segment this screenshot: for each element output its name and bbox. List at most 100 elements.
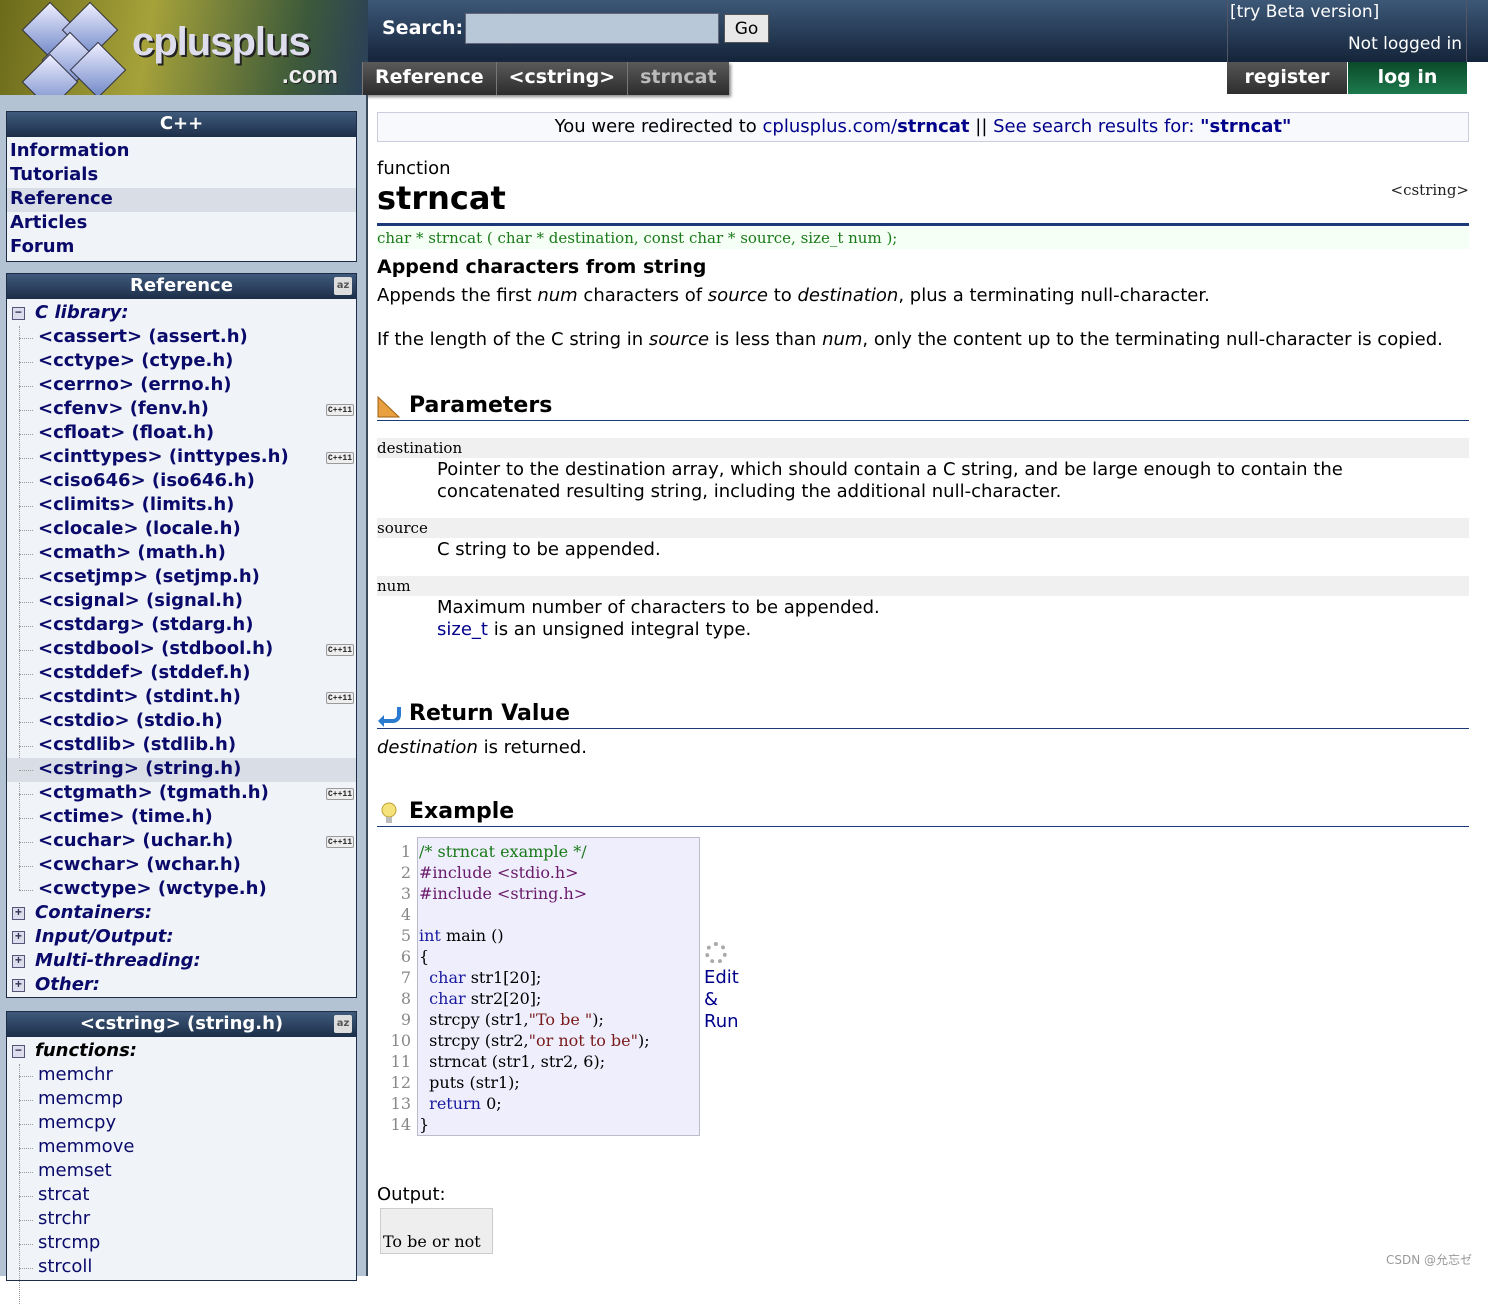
- function-item-strcat[interactable]: strcat: [7, 1184, 356, 1208]
- reference-item[interactable]: <cwctype> (wctype.h): [7, 878, 356, 902]
- function-item-strchr[interactable]: strchr: [7, 1208, 356, 1232]
- reference-item[interactable]: <ctime> (time.h): [7, 806, 356, 830]
- site-logo[interactable]: cplusplus .com: [0, 0, 368, 95]
- reference-item[interactable]: <cstdint> (stdint.h) C++11: [7, 686, 356, 710]
- tree-group-c-library[interactable]: − C library:: [7, 302, 356, 326]
- reference-item-label: <clocale> (locale.h): [38, 518, 241, 539]
- gear-icon[interactable]: [705, 942, 727, 964]
- reference-item[interactable]: <cfloat> (float.h): [7, 422, 356, 446]
- reference-item[interactable]: <cstring> (string.h): [7, 758, 356, 782]
- expand-icon[interactable]: +: [12, 979, 25, 992]
- reference-item[interactable]: <cassert> (assert.h): [7, 326, 356, 350]
- text: If the length of the C string in: [377, 329, 649, 350]
- reference-item-label: <climits> (limits.h): [38, 494, 235, 515]
- search-label: Search:: [382, 17, 464, 39]
- header-file-link[interactable]: <cstring>: [1391, 181, 1470, 199]
- redirect-link[interactable]: cplusplus.com/strncat: [763, 116, 970, 137]
- cpp11-badge: C++11: [326, 692, 354, 704]
- sidebar-item-information[interactable]: Information: [7, 140, 356, 164]
- expand-icon[interactable]: +: [12, 907, 25, 920]
- reference-item-label: <cwctype> (wctype.h): [38, 878, 267, 899]
- reference-item[interactable]: <csetjmp> (setjmp.h): [7, 566, 356, 590]
- code-token: strcpy (str1,: [419, 1010, 529, 1029]
- function-item-memcpy[interactable]: memcpy: [7, 1112, 356, 1136]
- page-title: strncat: [377, 179, 506, 217]
- function-item-memchr[interactable]: memchr: [7, 1064, 356, 1088]
- reference-item[interactable]: <cctype> (ctype.h): [7, 350, 356, 374]
- reference-item[interactable]: <cerrno> (errno.h): [7, 374, 356, 398]
- function-item-strcmp[interactable]: strcmp: [7, 1232, 356, 1256]
- code-token: str1[20];: [465, 968, 542, 987]
- expand-icon[interactable]: +: [12, 931, 25, 944]
- function-item-memcmp[interactable]: memcmp: [7, 1088, 356, 1112]
- reference-item[interactable]: <clocale> (locale.h): [7, 518, 356, 542]
- reference-item[interactable]: <cstdlib> (stdlib.h): [7, 734, 356, 758]
- title-divider: [377, 223, 1469, 226]
- tree-group-functions[interactable]: − functions:: [7, 1040, 356, 1064]
- tree-group[interactable]: + Input/Output:: [7, 926, 356, 950]
- reference-item[interactable]: <cfenv> (fenv.h) C++11: [7, 398, 356, 422]
- code-line: #include <stdio.h>: [419, 862, 699, 883]
- sidebar-item-articles[interactable]: Articles: [7, 212, 356, 236]
- reference-item-label: <csetjmp> (setjmp.h): [38, 566, 260, 587]
- reference-item[interactable]: <cstddef> (stddef.h): [7, 662, 356, 686]
- tree-group[interactable]: + Other:: [7, 974, 356, 998]
- expand-icon[interactable]: +: [12, 955, 25, 968]
- group-label: functions:: [35, 1040, 137, 1061]
- beta-link[interactable]: [try Beta version]: [1230, 2, 1379, 22]
- reference-item[interactable]: <csignal> (signal.h): [7, 590, 356, 614]
- reference-item[interactable]: <cinttypes> (inttypes.h) C++11: [7, 446, 356, 470]
- reference-item[interactable]: <cuchar> (uchar.h) C++11: [7, 830, 356, 854]
- cpp11-badge: C++11: [326, 788, 354, 800]
- param-ref: destination: [797, 285, 899, 306]
- reference-item-label: <cfloat> (float.h): [38, 422, 215, 443]
- reference-item[interactable]: <climits> (limits.h): [7, 494, 356, 518]
- login-button[interactable]: log in: [1348, 62, 1467, 94]
- code-line: char str1[20];: [419, 967, 699, 988]
- tree-group[interactable]: + Containers:: [7, 902, 356, 926]
- reference-item[interactable]: <ciso646> (iso646.h): [7, 470, 356, 494]
- collapse-icon[interactable]: −: [12, 307, 25, 320]
- collapse-icon[interactable]: −: [12, 1045, 25, 1058]
- line-numbers: 1 2 3 4 5 6 7 8 9 10 11 12 13 14: [377, 841, 415, 1135]
- reference-item[interactable]: <cwchar> (wchar.h): [7, 854, 356, 878]
- function-item-memset[interactable]: memset: [7, 1160, 356, 1184]
- code-line: char str2[20];: [419, 988, 699, 1009]
- search-results-link[interactable]: See search results for: "strncat": [993, 116, 1291, 137]
- a-z-sort-icon[interactable]: az: [334, 1015, 352, 1033]
- a-z-sort-icon[interactable]: az: [334, 277, 352, 295]
- reference-item-label: <cerrno> (errno.h): [38, 374, 232, 395]
- line-number: 8: [400, 989, 411, 1008]
- breadcrumb-cstring[interactable]: <cstring>: [495, 62, 628, 95]
- function-item-strcoll[interactable]: strcoll: [7, 1256, 356, 1280]
- sidebar-item-tutorials[interactable]: Tutorials: [7, 164, 356, 188]
- cpp11-badge: C++11: [326, 644, 354, 656]
- breadcrumb-reference[interactable]: Reference: [362, 62, 496, 95]
- function-item-memmove[interactable]: memmove: [7, 1136, 356, 1160]
- reference-box-title: Reference: [130, 275, 233, 296]
- reference-item[interactable]: <cmath> (math.h): [7, 542, 356, 566]
- param-desc: Maximum number of characters to be appen…: [437, 597, 880, 641]
- param-desc-line: concatenated resulting string, including…: [437, 481, 1062, 502]
- example-title: Example: [409, 799, 515, 824]
- code-token: main (): [440, 926, 504, 945]
- go-button[interactable]: Go: [724, 14, 769, 43]
- line-number: 3: [400, 884, 411, 903]
- param-name: num: [377, 576, 1469, 596]
- reference-item[interactable]: <cstdarg> (stdarg.h): [7, 614, 356, 638]
- reference-item[interactable]: <ctgmath> (tgmath.h) C++11: [7, 782, 356, 806]
- code-token: int: [419, 926, 441, 945]
- reference-item[interactable]: <cstdbool> (stdbool.h) C++11: [7, 638, 356, 662]
- search-input[interactable]: [465, 13, 719, 44]
- code-token: char: [429, 968, 466, 987]
- sidebar-item-reference[interactable]: Reference: [7, 188, 356, 212]
- sidebar-item-forum[interactable]: Forum: [7, 236, 356, 260]
- edit-run-link[interactable]: Edit & Run: [704, 967, 739, 1033]
- size-t-link[interactable]: size_t: [437, 619, 488, 640]
- register-button[interactable]: register: [1227, 62, 1347, 94]
- cpp11-badge: C++11: [326, 836, 354, 848]
- reference-item[interactable]: <cstdio> (stdio.h): [7, 710, 356, 734]
- code-token: /* strncat example */: [419, 842, 587, 861]
- return-param: destination: [377, 737, 478, 758]
- tree-group[interactable]: + Multi-threading:: [7, 950, 356, 974]
